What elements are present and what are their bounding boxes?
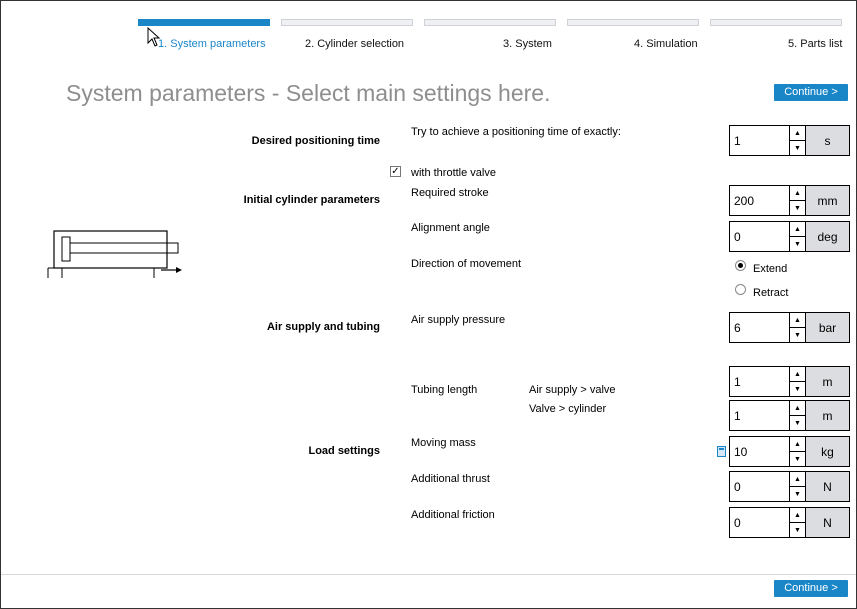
tube-air-supply-valve-unit: m bbox=[806, 367, 849, 396]
additional-thrust-input[interactable]: 0 bbox=[730, 472, 789, 501]
continue-button-bottom[interactable]: Continue > bbox=[774, 580, 848, 597]
spin-up-icon[interactable]: ▲ bbox=[790, 126, 805, 141]
spin-up-icon[interactable]: ▲ bbox=[790, 313, 805, 328]
air-pressure-spinner[interactable]: ▲ ▼ bbox=[789, 313, 806, 342]
spin-down-icon[interactable]: ▼ bbox=[790, 452, 805, 466]
air-pressure-input[interactable]: 6 bbox=[730, 313, 789, 342]
moving-mass-unit: kg bbox=[806, 437, 849, 466]
section-air-supply-and-tubing: Air supply and tubing bbox=[266, 321, 380, 333]
moving-mass-input[interactable]: 10 bbox=[730, 437, 789, 466]
alignment-angle-label: Alignment angle bbox=[411, 222, 490, 234]
spin-down-icon[interactable]: ▼ bbox=[790, 416, 805, 430]
spin-up-icon[interactable]: ▲ bbox=[790, 401, 805, 416]
stroke-spinner[interactable]: ▲ ▼ bbox=[789, 186, 806, 215]
spin-down-icon[interactable]: ▼ bbox=[790, 328, 805, 342]
spin-up-icon[interactable]: ▲ bbox=[790, 472, 805, 487]
spin-up-icon[interactable]: ▲ bbox=[790, 437, 805, 452]
positioning-time-label: Try to achieve a positioning time of exa… bbox=[411, 126, 621, 138]
air-pressure-unit: bar bbox=[806, 313, 849, 342]
section-load-settings: Load settings bbox=[308, 445, 380, 457]
retract-label: Retract bbox=[753, 287, 789, 299]
moving-mass-spinner[interactable]: ▲ ▼ bbox=[789, 437, 806, 466]
section-initial-cylinder-parameters: Initial cylinder parameters bbox=[243, 194, 380, 206]
stroke-label: Required stroke bbox=[411, 187, 489, 199]
spin-up-icon[interactable]: ▲ bbox=[790, 222, 805, 237]
step-bar-system-parameters bbox=[138, 19, 270, 26]
tube-air-supply-valve-input[interactable]: 1 bbox=[730, 367, 789, 396]
positioning-time-input[interactable]: 1 bbox=[730, 126, 789, 155]
additional-thrust-field: 0 ▲ ▼ N bbox=[729, 471, 850, 502]
tube-air-supply-valve-spinner[interactable]: ▲ ▼ bbox=[789, 367, 806, 396]
throttle-valve-label: with throttle valve bbox=[411, 167, 496, 179]
cylinder-diagram bbox=[47, 230, 182, 278]
stroke-unit: mm bbox=[806, 186, 849, 215]
tube-valve-cylinder-field: 1 ▲ ▼ m bbox=[729, 400, 850, 431]
additional-friction-field: 0 ▲ ▼ N bbox=[729, 507, 850, 538]
tab-system-parameters[interactable]: 1. System parameters bbox=[158, 38, 266, 50]
additional-thrust-label: Additional thrust bbox=[411, 473, 490, 485]
positioning-time-spinner[interactable]: ▲ ▼ bbox=[789, 126, 806, 155]
spin-down-icon[interactable]: ▼ bbox=[790, 237, 805, 251]
stroke-input[interactable]: 200 bbox=[730, 186, 789, 215]
retract-radio[interactable] bbox=[735, 284, 746, 295]
spin-down-icon[interactable]: ▼ bbox=[790, 487, 805, 501]
tubing-length-label: Tubing length bbox=[411, 384, 478, 396]
moving-mass-label: Moving mass bbox=[411, 437, 476, 449]
stroke-field: 200 ▲ ▼ mm bbox=[729, 185, 850, 216]
step-bar-system bbox=[424, 19, 556, 26]
tab-system[interactable]: 3. System bbox=[503, 38, 552, 50]
calculator-icon[interactable] bbox=[717, 446, 726, 457]
spin-up-icon[interactable]: ▲ bbox=[790, 508, 805, 523]
footer-divider bbox=[1, 574, 856, 575]
step-bar-cylinder-selection bbox=[281, 19, 413, 26]
alignment-angle-input[interactable]: 0 bbox=[730, 222, 789, 251]
continue-button-top[interactable]: Continue > bbox=[774, 84, 848, 101]
tube-valve-cylinder-spinner[interactable]: ▲ ▼ bbox=[789, 401, 806, 430]
tab-simulation[interactable]: 4. Simulation bbox=[634, 38, 698, 50]
additional-friction-spinner[interactable]: ▲ ▼ bbox=[789, 508, 806, 537]
tab-parts-list[interactable]: 5. Parts list bbox=[788, 38, 842, 50]
tube-air-supply-valve-field: 1 ▲ ▼ m bbox=[729, 366, 850, 397]
air-pressure-label: Air supply pressure bbox=[411, 314, 506, 326]
spin-up-icon[interactable]: ▲ bbox=[790, 186, 805, 201]
additional-friction-label: Additional friction bbox=[411, 509, 495, 521]
section-desired-positioning-time: Desired positioning time bbox=[251, 135, 380, 147]
additional-friction-input[interactable]: 0 bbox=[730, 508, 789, 537]
checkmark-icon: ✓ bbox=[391, 166, 400, 177]
tab-cylinder-selection[interactable]: 2. Cylinder selection bbox=[305, 38, 404, 50]
step-bar-simulation bbox=[567, 19, 699, 26]
throttle-valve-checkbox[interactable]: ✓ bbox=[390, 166, 401, 177]
tube-valve-cylinder-input[interactable]: 1 bbox=[730, 401, 789, 430]
tube-air-supply-valve-label: Air supply > valve bbox=[529, 384, 616, 396]
air-pressure-field: 6 ▲ ▼ bar bbox=[729, 312, 850, 343]
page-title: System parameters - Select main settings… bbox=[66, 80, 551, 106]
spin-down-icon[interactable]: ▼ bbox=[790, 141, 805, 155]
alignment-angle-field: 0 ▲ ▼ deg bbox=[729, 221, 850, 252]
moving-mass-field: 10 ▲ ▼ kg bbox=[729, 436, 850, 467]
step-bar-parts-list bbox=[710, 19, 842, 26]
additional-thrust-spinner[interactable]: ▲ ▼ bbox=[789, 472, 806, 501]
additional-friction-unit: N bbox=[806, 508, 849, 537]
alignment-angle-spinner[interactable]: ▲ ▼ bbox=[789, 222, 806, 251]
positioning-time-field: 1 ▲ ▼ s bbox=[729, 125, 850, 156]
tube-valve-cylinder-unit: m bbox=[806, 401, 849, 430]
positioning-time-unit: s bbox=[806, 126, 849, 155]
spin-up-icon[interactable]: ▲ bbox=[790, 367, 805, 382]
mouse-cursor-icon bbox=[147, 27, 161, 47]
tube-valve-cylinder-label: Valve > cylinder bbox=[529, 403, 607, 415]
direction-label: Direction of movement bbox=[411, 258, 522, 270]
extend-label: Extend bbox=[753, 263, 788, 275]
additional-thrust-unit: N bbox=[806, 472, 849, 501]
spin-down-icon[interactable]: ▼ bbox=[790, 523, 805, 537]
spin-down-icon[interactable]: ▼ bbox=[790, 201, 805, 215]
extend-radio[interactable] bbox=[735, 260, 746, 271]
spin-down-icon[interactable]: ▼ bbox=[790, 382, 805, 396]
alignment-angle-unit: deg bbox=[806, 222, 849, 251]
